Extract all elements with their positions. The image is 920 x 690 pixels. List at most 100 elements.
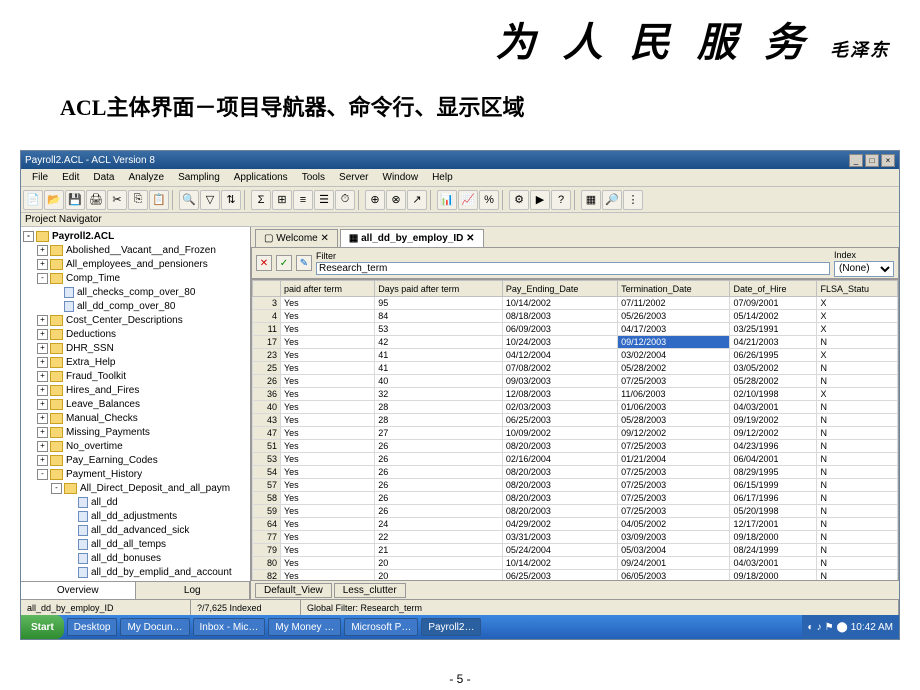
table-row[interactable]: 59Yes2608/20/200307/25/200305/20/1998N xyxy=(253,505,898,518)
cell[interactable]: 4 xyxy=(253,310,281,323)
tree-item[interactable]: +Abolished__Vacant__and_Frozen xyxy=(23,243,248,257)
cell[interactable]: 43 xyxy=(253,414,281,427)
nav-tree[interactable]: -Payroll2.ACL+Abolished__Vacant__and_Fro… xyxy=(21,227,250,581)
expander-icon[interactable]: + xyxy=(37,357,48,368)
menu-window[interactable]: Window xyxy=(376,172,426,183)
expander-icon[interactable]: + xyxy=(37,315,48,326)
tray-icon[interactable]: ◐ xyxy=(808,622,814,633)
cell[interactable]: Yes xyxy=(281,401,375,414)
data-grid[interactable]: paid after termDays paid after termPay_E… xyxy=(251,279,899,581)
cell[interactable]: 25 xyxy=(253,362,281,375)
cell[interactable]: 05/28/2003 xyxy=(618,414,730,427)
cell[interactable]: X xyxy=(817,349,898,362)
cell[interactable]: Yes xyxy=(281,349,375,362)
table-row[interactable]: 79Yes2105/24/200405/03/200408/24/1999N xyxy=(253,544,898,557)
cell[interactable]: 26 xyxy=(375,505,503,518)
tree-item[interactable]: all_dd_all_temps xyxy=(23,537,248,551)
cell[interactable]: 26 xyxy=(375,466,503,479)
cell[interactable]: N xyxy=(817,375,898,388)
paste-button[interactable]: 📋 xyxy=(149,190,169,210)
cell[interactable]: 40 xyxy=(375,375,503,388)
filter-cancel-icon[interactable]: ✕ xyxy=(256,255,272,271)
cell[interactable]: 04/03/2001 xyxy=(730,401,817,414)
menu-sampling[interactable]: Sampling xyxy=(171,172,227,183)
analyze-button[interactable]: Σ xyxy=(251,190,271,210)
tree-item[interactable]: +Missing_Payments xyxy=(23,425,248,439)
table-row[interactable]: 51Yes2608/20/200307/25/200304/23/1996N xyxy=(253,440,898,453)
graph-button[interactable]: 📈 xyxy=(458,190,478,210)
age-button[interactable]: ⏱ xyxy=(335,190,355,210)
cell[interactable]: N xyxy=(817,557,898,570)
cell[interactable]: 04/12/2004 xyxy=(502,349,617,362)
view-tab-less-clutter[interactable]: Less_clutter xyxy=(334,583,406,598)
cut-button[interactable]: ✂ xyxy=(107,190,127,210)
cell[interactable]: 11 xyxy=(253,323,281,336)
cell[interactable]: 08/24/1999 xyxy=(730,544,817,557)
script-button[interactable]: ⚙ xyxy=(509,190,529,210)
menu-data[interactable]: Data xyxy=(86,172,121,183)
cell[interactable]: 05/28/2002 xyxy=(618,362,730,375)
cell[interactable]: 41 xyxy=(375,349,503,362)
expander-icon[interactable]: - xyxy=(37,273,48,284)
cell[interactable]: Yes xyxy=(281,362,375,375)
menu-tools[interactable]: Tools xyxy=(295,172,332,183)
cell[interactable]: X xyxy=(817,310,898,323)
cell[interactable]: 11/06/2003 xyxy=(618,388,730,401)
tree-item[interactable]: all_dd_advanced_sick xyxy=(23,523,248,537)
cell[interactable]: N xyxy=(817,440,898,453)
zoom-button[interactable]: 🔎 xyxy=(602,190,622,210)
cell[interactable]: 01/21/2004 xyxy=(618,453,730,466)
tree-item[interactable]: +Leave_Balances xyxy=(23,397,248,411)
expander-icon[interactable]: + xyxy=(37,427,48,438)
column-header[interactable]: Termination_Date xyxy=(618,281,730,297)
cell[interactable]: 32 xyxy=(375,388,503,401)
cell[interactable]: 41 xyxy=(375,362,503,375)
save-button[interactable]: 💾 xyxy=(65,190,85,210)
table-row[interactable]: 77Yes2203/31/200303/09/200309/18/2000N xyxy=(253,531,898,544)
cell[interactable]: 07/25/2003 xyxy=(618,479,730,492)
cell[interactable]: 26 xyxy=(375,479,503,492)
cell[interactable]: 09/19/2002 xyxy=(730,414,817,427)
join-button[interactable]: ⊕ xyxy=(365,190,385,210)
cell[interactable]: 06/25/2003 xyxy=(502,570,617,582)
menu-server[interactable]: Server xyxy=(332,172,375,183)
column-header[interactable] xyxy=(253,281,281,297)
table-row[interactable]: 82Yes2006/25/200306/05/200309/18/2000N xyxy=(253,570,898,582)
cell[interactable]: 26 xyxy=(375,440,503,453)
cell[interactable]: 36 xyxy=(253,388,281,401)
cell[interactable]: Yes xyxy=(281,375,375,388)
cell[interactable]: N xyxy=(817,336,898,349)
cell[interactable]: Yes xyxy=(281,336,375,349)
tab-log[interactable]: Log xyxy=(136,582,251,599)
filter-apply-icon[interactable]: ✓ xyxy=(276,255,292,271)
cell[interactable]: 10/14/2002 xyxy=(502,297,617,310)
taskbar-button[interactable]: Inbox - Mic… xyxy=(193,618,266,636)
run-button[interactable]: ▶ xyxy=(530,190,550,210)
cell[interactable]: 09/24/2001 xyxy=(618,557,730,570)
cell[interactable]: N xyxy=(817,479,898,492)
find-button[interactable]: 🔍 xyxy=(179,190,199,210)
cell[interactable]: N xyxy=(817,466,898,479)
cell[interactable]: 77 xyxy=(253,531,281,544)
cell[interactable]: Yes xyxy=(281,492,375,505)
cell[interactable]: 06/25/2003 xyxy=(502,414,617,427)
table-row[interactable]: 3Yes9510/14/200207/11/200207/09/2001X xyxy=(253,297,898,310)
table-row[interactable]: 58Yes2608/20/200307/25/200306/17/1996N xyxy=(253,492,898,505)
cell[interactable]: 04/05/2002 xyxy=(618,518,730,531)
start-button[interactable]: Start xyxy=(21,615,64,639)
cell[interactable]: 08/20/2003 xyxy=(502,440,617,453)
tree-item[interactable]: all_dd_comp_over_80 xyxy=(23,299,248,313)
cell[interactable]: X xyxy=(817,323,898,336)
cell[interactable]: 08/20/2003 xyxy=(502,479,617,492)
filter-button[interactable]: ▽ xyxy=(200,190,220,210)
index-select[interactable]: (None) xyxy=(834,261,894,277)
cell[interactable]: 21 xyxy=(375,544,503,557)
table-row[interactable]: 11Yes5306/09/200304/17/200303/25/1991X xyxy=(253,323,898,336)
cell[interactable]: 03/09/2003 xyxy=(618,531,730,544)
minimize-button[interactable]: _ xyxy=(849,154,863,167)
expander-icon[interactable]: + xyxy=(37,385,48,396)
cell[interactable]: Yes xyxy=(281,427,375,440)
cell[interactable]: Yes xyxy=(281,518,375,531)
cell[interactable]: 20 xyxy=(375,570,503,582)
table-row[interactable]: 40Yes2802/03/200301/06/200304/03/2001N xyxy=(253,401,898,414)
